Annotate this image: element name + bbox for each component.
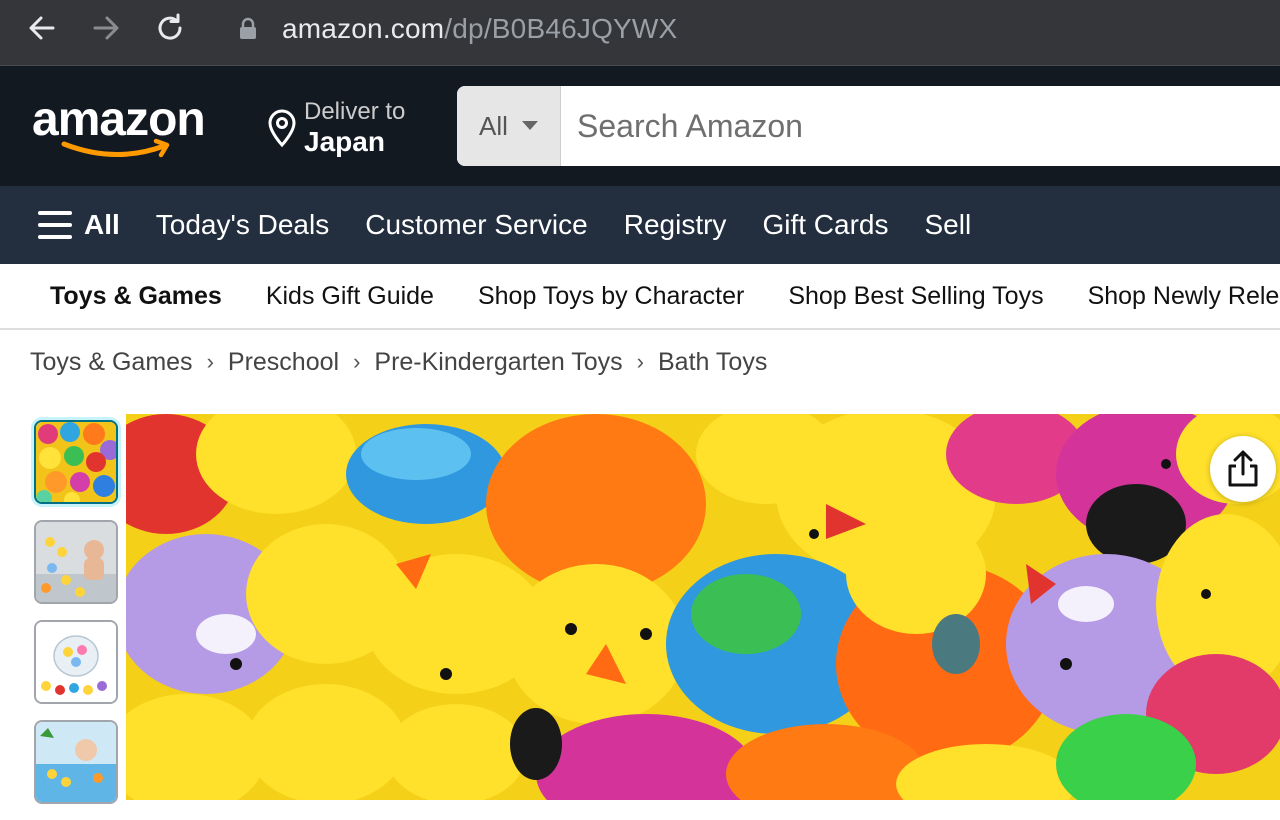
nav-registry[interactable]: Registry — [624, 209, 727, 241]
search-bar: All — [457, 86, 1280, 166]
breadcrumb-toys-games[interactable]: Toys & Games — [30, 348, 193, 377]
image-thumbnails — [34, 420, 120, 820]
main-product-image[interactable] — [126, 414, 1280, 800]
subnav-kids-gift-guide[interactable]: Kids Gift Guide — [266, 282, 434, 311]
subnav-toys-games[interactable]: Toys & Games — [50, 282, 222, 311]
thumbnail-bathtub-image — [36, 722, 116, 802]
logo-smile-icon — [61, 138, 170, 158]
search-category-dropdown[interactable]: All — [457, 86, 561, 166]
nav-customer-service[interactable]: Customer Service — [365, 209, 588, 241]
back-button[interactable] — [24, 10, 60, 46]
amazon-logo[interactable]: amazon — [32, 94, 232, 164]
all-menu-label: All — [84, 209, 120, 240]
nav-todays-deals[interactable]: Today's Deals — [156, 209, 329, 241]
share-icon — [1228, 450, 1258, 487]
breadcrumb: Toys & Games › Preschool › Pre-Kindergar… — [30, 344, 767, 380]
deliver-location: Japan — [304, 126, 385, 157]
lock-icon — [238, 10, 262, 48]
location-pin-icon — [268, 109, 296, 148]
search-category-label: All — [479, 110, 508, 141]
main-nav: All Today's Deals Customer Service Regis… — [0, 186, 1280, 264]
share-button[interactable] — [1210, 436, 1276, 502]
arrow-right-icon — [93, 16, 119, 40]
breadcrumb-pre-kindergarten[interactable]: Pre-Kindergarten Toys — [374, 348, 622, 377]
chevron-down-icon — [521, 121, 538, 130]
breadcrumb-separator: › — [206, 349, 214, 374]
reload-icon — [158, 13, 182, 40]
subnav-newly-released[interactable]: Shop Newly Released — [1088, 282, 1280, 311]
rubber-ducks-image — [126, 414, 1280, 800]
thumbnail-net-bag-image — [36, 622, 116, 702]
reload-button[interactable] — [152, 10, 188, 46]
nav-sell[interactable]: Sell — [924, 209, 971, 241]
thumbnail-1[interactable] — [34, 420, 118, 504]
arrow-left-icon — [29, 16, 55, 40]
nav-gift-cards[interactable]: Gift Cards — [762, 209, 888, 241]
thumbnail-baby-bath-image — [36, 522, 116, 602]
subnav-shop-by-character[interactable]: Shop Toys by Character — [478, 282, 744, 311]
hamburger-icon — [38, 211, 72, 239]
browser-toolbar: amazon.com/dp/B0B46JQYWX — [0, 0, 1280, 66]
breadcrumb-bath-toys[interactable]: Bath Toys — [658, 348, 767, 377]
deliver-label: Deliver to — [304, 98, 406, 125]
forward-button[interactable] — [88, 10, 124, 46]
thumbnail-3[interactable] — [34, 620, 118, 704]
subnav-best-selling[interactable]: Shop Best Selling Toys — [788, 282, 1043, 311]
thumbnail-ducks-pile-image — [36, 422, 116, 502]
category-subnav: Toys & Games Kids Gift Guide Shop Toys b… — [0, 264, 1280, 330]
breadcrumb-preschool[interactable]: Preschool — [228, 348, 339, 377]
breadcrumb-separator: › — [353, 349, 361, 374]
all-menu-button[interactable]: All — [38, 209, 120, 241]
url-host: amazon.com — [282, 13, 445, 44]
site-header: amazon Deliver to Japan All — [0, 66, 1280, 186]
thumbnail-2[interactable] — [34, 520, 118, 604]
address-bar[interactable]: amazon.com/dp/B0B46JQYWX — [238, 10, 677, 48]
url-path: /dp/B0B46JQYWX — [444, 13, 678, 44]
breadcrumb-separator: › — [636, 349, 644, 374]
search-input[interactable] — [561, 86, 1280, 166]
thumbnail-4[interactable] — [34, 720, 118, 804]
deliver-to[interactable]: Deliver to Japan — [266, 96, 405, 160]
